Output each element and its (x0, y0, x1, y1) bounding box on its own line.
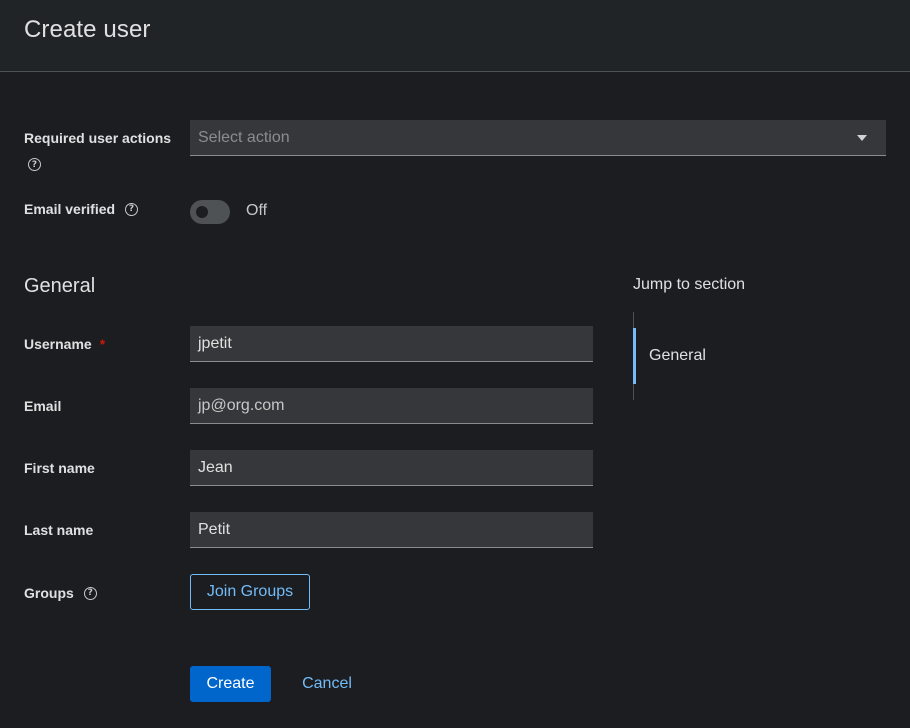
first-name-value: Jean (198, 458, 233, 476)
required-actions-select[interactable]: Select action (190, 120, 886, 156)
required-actions-label-text: Required user actions (24, 130, 172, 146)
email-value: jp@org.com (198, 396, 285, 414)
email-verified-label-text: Email verified (24, 201, 116, 217)
username-label: Username * (24, 336, 105, 352)
username-field[interactable]: jpetit (190, 326, 593, 362)
caret-down-icon (857, 135, 867, 141)
email-field[interactable]: jp@org.com (190, 388, 593, 424)
jump-link-general[interactable]: General (633, 328, 813, 384)
groups-label-text: Groups (24, 585, 74, 601)
groups-label: Groups ? (24, 585, 97, 601)
first-name-field[interactable]: Jean (190, 450, 593, 486)
first-name-label: First name (24, 460, 95, 476)
create-button[interactable]: Create (190, 666, 271, 702)
required-actions-label: Required user actions (24, 130, 171, 146)
jump-to-section-nav: General (633, 312, 833, 400)
section-title-general: General (24, 275, 96, 297)
username-label-text: Username (24, 336, 92, 352)
last-name-value: Petit (198, 520, 231, 538)
email-verified-label: Email verified ? (24, 201, 139, 217)
page-title: Create user (24, 16, 151, 43)
required-actions-placeholder: Select action (198, 128, 290, 146)
last-name-label-text: Last name (24, 522, 94, 538)
first-name-label-text: First name (24, 460, 95, 476)
required-indicator: * (99, 336, 106, 352)
help-icon[interactable]: ? (125, 202, 139, 216)
page-header: Create user (0, 0, 910, 72)
email-verified-state: Off (246, 202, 268, 219)
email-label-text: Email (24, 398, 62, 414)
cancel-button[interactable]: Cancel (287, 666, 367, 702)
email-label: Email (24, 398, 61, 414)
last-name-label: Last name (24, 522, 93, 538)
join-groups-button[interactable]: Join Groups (190, 574, 310, 610)
email-verified-toggle[interactable] (190, 200, 230, 224)
toggle-knob (196, 206, 208, 218)
help-icon[interactable]: ? (83, 586, 97, 600)
last-name-field[interactable]: Petit (190, 512, 593, 548)
jump-to-section-title: Jump to section (633, 276, 746, 293)
help-icon[interactable]: ? (28, 158, 41, 171)
username-value: jpetit (198, 334, 232, 352)
